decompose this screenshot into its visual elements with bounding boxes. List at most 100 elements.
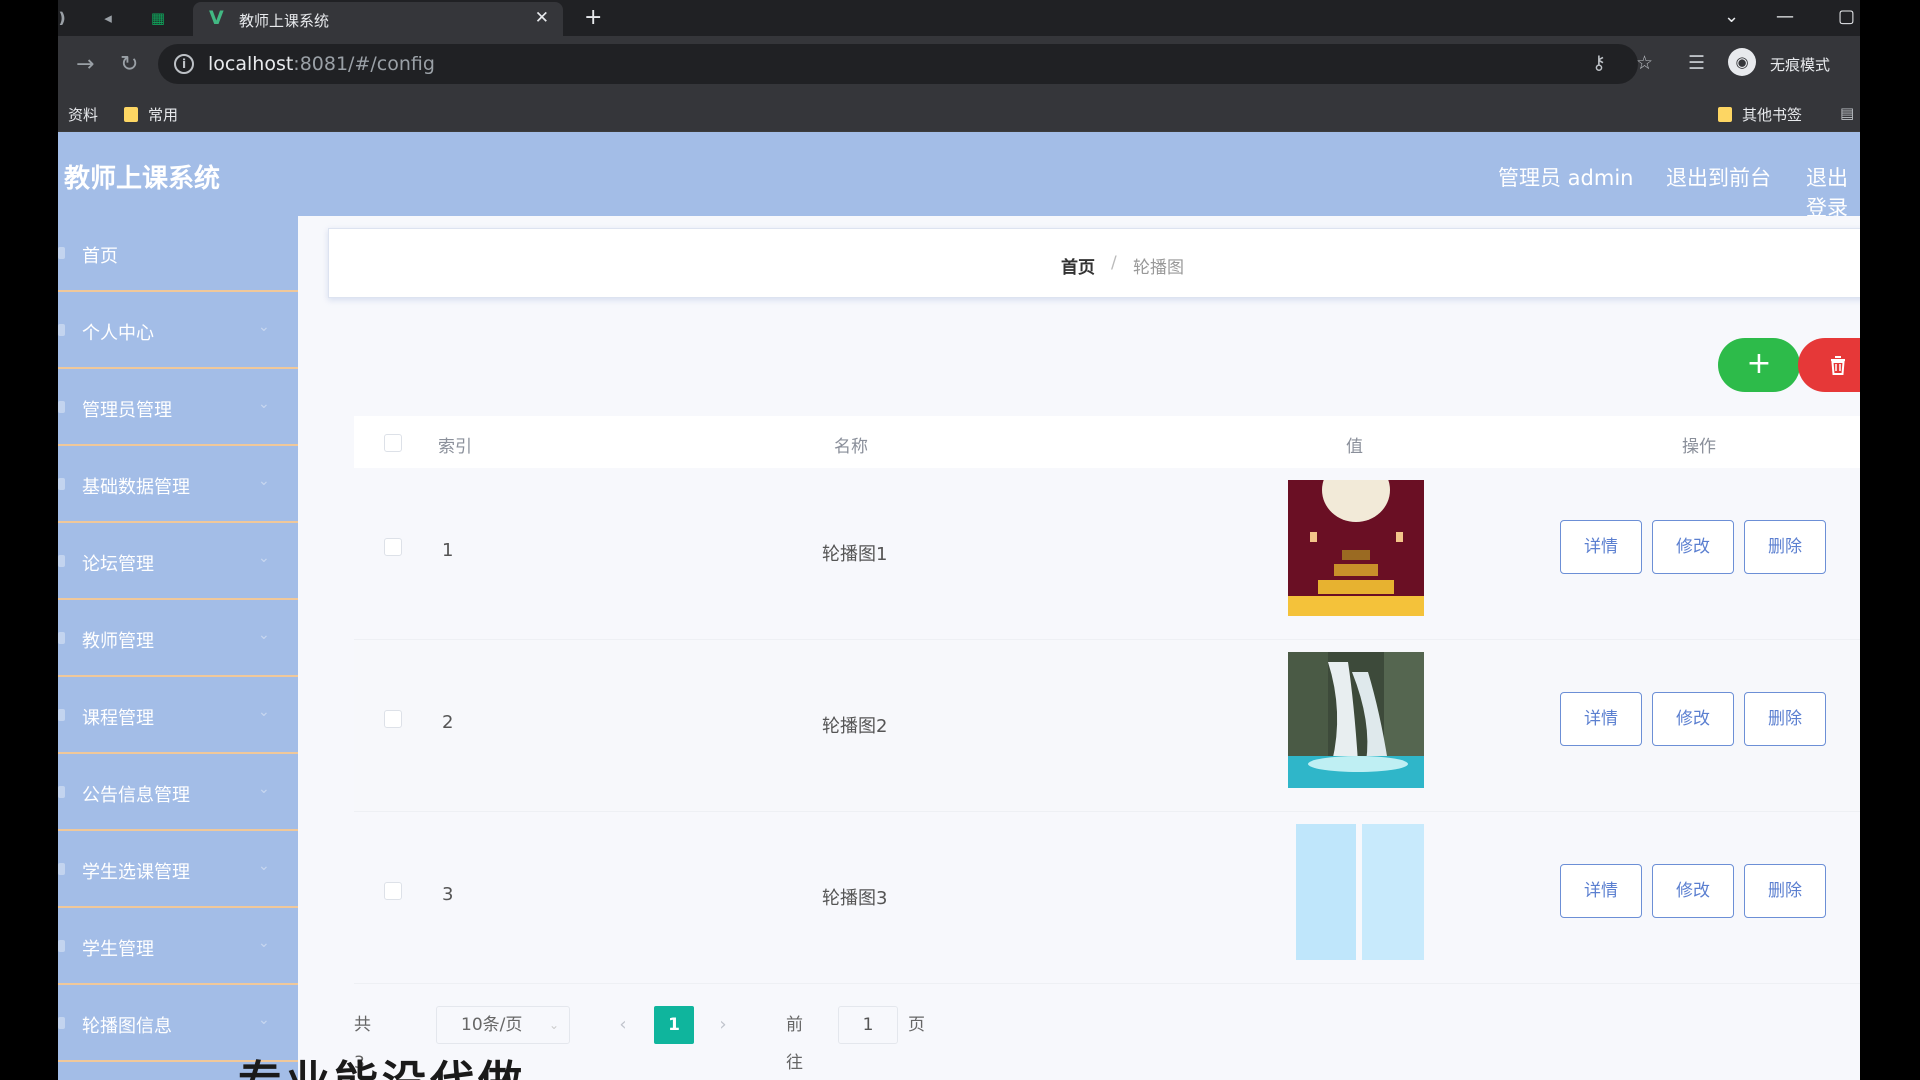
- bookmark-common[interactable]: 常用: [124, 104, 178, 125]
- delete-button[interactable]: 删除: [1744, 520, 1826, 574]
- reading-mode-icon[interactable]: ▤: [1840, 104, 1854, 122]
- page-size-select[interactable]: 10条/页 ⌄: [436, 1006, 570, 1044]
- minimize-icon[interactable]: —: [1776, 6, 1794, 27]
- edit-button[interactable]: 修改: [1652, 864, 1734, 918]
- active-tab[interactable]: V 教师上课系统 ✕: [193, 2, 563, 36]
- delete-button[interactable]: 删除: [1744, 692, 1826, 746]
- site-info-icon[interactable]: i: [174, 54, 194, 74]
- sidebar-item-label: 首页: [82, 246, 118, 267]
- table-row: 3 轮播图3 详情 修改 删除: [354, 812, 1860, 984]
- detail-button[interactable]: 详情: [1560, 692, 1642, 746]
- sidebar-item-students[interactable]: 学生管理 ⌄: [58, 909, 298, 985]
- sidebar-item-label: 学生管理: [82, 939, 154, 960]
- sidebar-item-personal-center[interactable]: 个人中心 ⌄: [58, 293, 298, 369]
- tab-title: 教师上课系统: [239, 12, 330, 30]
- incognito-label[interactable]: 无痕模式: [1770, 54, 1830, 75]
- detail-button[interactable]: 详情: [1560, 520, 1642, 574]
- sidebar-item-label: 管理员管理: [82, 400, 172, 421]
- sidebar-item-course-selection[interactable]: 学生选课管理 ⌄: [58, 832, 298, 908]
- table-row: 1 轮播图1 详情 修改 删除: [354, 468, 1860, 640]
- reload-icon[interactable]: ↻: [120, 52, 138, 77]
- chevron-down-icon: ⌄: [258, 396, 270, 412]
- edit-button[interactable]: 修改: [1652, 520, 1734, 574]
- breadcrumb: 首页 / 轮播图: [328, 228, 1860, 298]
- column-header-index: 索引: [438, 437, 472, 457]
- chevron-down-icon: ⌄: [258, 627, 270, 643]
- tab-search-icon[interactable]: ❫: [58, 8, 72, 28]
- admin-icon: [58, 401, 65, 413]
- bookmark-star-icon[interactable]: ☆: [1636, 52, 1653, 74]
- browser-tab-bar: ❫ ◂ ▦ V 教师上课系统 ✕ + ⌄ — ▢: [58, 0, 1860, 36]
- url-text[interactable]: localhost:8081/#/config: [208, 53, 435, 75]
- omnibox[interactable]: i localhost:8081/#/config: [158, 44, 1638, 84]
- column-header-value: 值: [1346, 437, 1363, 457]
- sidebar-item-label: 轮播图信息: [82, 1016, 172, 1037]
- select-all-checkbox[interactable]: [384, 434, 402, 452]
- row-name: 轮播图2: [822, 716, 888, 737]
- chevron-down-icon: ⌄: [258, 473, 270, 489]
- row-index: 2: [442, 712, 454, 733]
- key-icon[interactable]: ⚷: [1592, 52, 1606, 74]
- row-checkbox[interactable]: [384, 710, 402, 728]
- sheet-favicon-icon[interactable]: ▦: [148, 8, 168, 28]
- sidebar-item-forum[interactable]: 论坛管理 ⌄: [58, 524, 298, 600]
- batch-delete-button[interactable]: [1798, 338, 1860, 392]
- row-checkbox[interactable]: [384, 538, 402, 556]
- sidebar-item-teachers[interactable]: 教师管理 ⌄: [58, 601, 298, 677]
- maximize-icon[interactable]: ▢: [1838, 6, 1855, 27]
- bookmark-resources[interactable]: 资料: [68, 104, 98, 125]
- row-name: 轮播图3: [822, 888, 888, 909]
- page-number-current[interactable]: 1: [654, 1006, 694, 1044]
- sidebar-item-courses[interactable]: 课程管理 ⌄: [58, 678, 298, 754]
- edit-button[interactable]: 修改: [1652, 692, 1734, 746]
- mute-icon[interactable]: ◂: [98, 8, 118, 28]
- light-blue-image: [1296, 824, 1424, 960]
- sidebar-item-home[interactable]: 首页: [58, 216, 298, 292]
- incognito-icon[interactable]: ◉: [1728, 48, 1756, 76]
- detail-button[interactable]: 详情: [1560, 864, 1642, 918]
- data-icon: [58, 478, 65, 490]
- sidebar-item-admin-management[interactable]: 管理员管理 ⌄: [58, 370, 298, 446]
- waterfall-image: [1288, 652, 1424, 788]
- red-stage-image: [1288, 480, 1424, 616]
- home-icon: [58, 247, 65, 259]
- current-user: 管理员 admin: [1498, 166, 1634, 190]
- main-content: 首页 / 轮播图 + 索引 名称 值 操作 1 轮播图1 详情 修改 删除 2 …: [298, 216, 1860, 1080]
- total-count: 共 3 条: [354, 1015, 371, 1073]
- reading-list-icon[interactable]: ☰: [1688, 52, 1705, 74]
- selection-icon: [58, 863, 65, 875]
- folder-icon: [124, 107, 138, 122]
- sidebar-item-label: 个人中心: [82, 323, 154, 344]
- forward-icon[interactable]: →: [76, 52, 94, 77]
- logout-link[interactable]: 退出登录: [1806, 162, 1860, 222]
- sidebar-item-label: 论坛管理: [82, 554, 154, 575]
- bookmarks-bar: 资料 常用 其他书签 ▤: [58, 94, 1860, 132]
- next-page-icon[interactable]: ›: [704, 1006, 742, 1044]
- add-button[interactable]: +: [1718, 338, 1800, 392]
- tab-list-chevron-icon[interactable]: ⌄: [1724, 6, 1739, 27]
- close-tab-icon[interactable]: ✕: [535, 8, 549, 28]
- goto-prefix: 前往: [786, 1015, 803, 1073]
- row-name: 轮播图1: [822, 544, 888, 565]
- sidebar-item-label: 教师管理: [82, 631, 154, 652]
- delete-button[interactable]: 删除: [1744, 864, 1826, 918]
- row-index: 3: [442, 884, 454, 905]
- other-bookmarks[interactable]: 其他书签: [1718, 104, 1802, 125]
- app-header: 教师上课系统 管理员 admin 退出到前台 退出登录: [58, 132, 1860, 220]
- sidebar-item-label: 课程管理: [82, 708, 154, 729]
- sidebar-item-label: 公告信息管理: [82, 785, 190, 806]
- sidebar-item-basic-data[interactable]: 基础数据管理 ⌄: [58, 447, 298, 523]
- breadcrumb-home[interactable]: 首页: [1061, 253, 1095, 278]
- plus-icon: +: [1746, 346, 1772, 381]
- sidebar-item-label: 基础数据管理: [82, 477, 190, 498]
- back-to-front-link[interactable]: 退出到前台: [1666, 162, 1771, 192]
- app-title: 教师上课系统: [64, 164, 221, 194]
- goto-page-input[interactable]: 1: [838, 1006, 898, 1044]
- prev-page-icon[interactable]: ‹: [604, 1006, 642, 1044]
- row-checkbox[interactable]: [384, 882, 402, 900]
- sidebar-item-announcements[interactable]: 公告信息管理 ⌄: [58, 755, 298, 831]
- video-caption: 专业能没代做: [238, 1046, 526, 1080]
- goto-suffix: 页: [908, 1015, 925, 1035]
- new-tab-icon[interactable]: +: [584, 5, 602, 30]
- chevron-down-icon: ⌄: [258, 858, 270, 874]
